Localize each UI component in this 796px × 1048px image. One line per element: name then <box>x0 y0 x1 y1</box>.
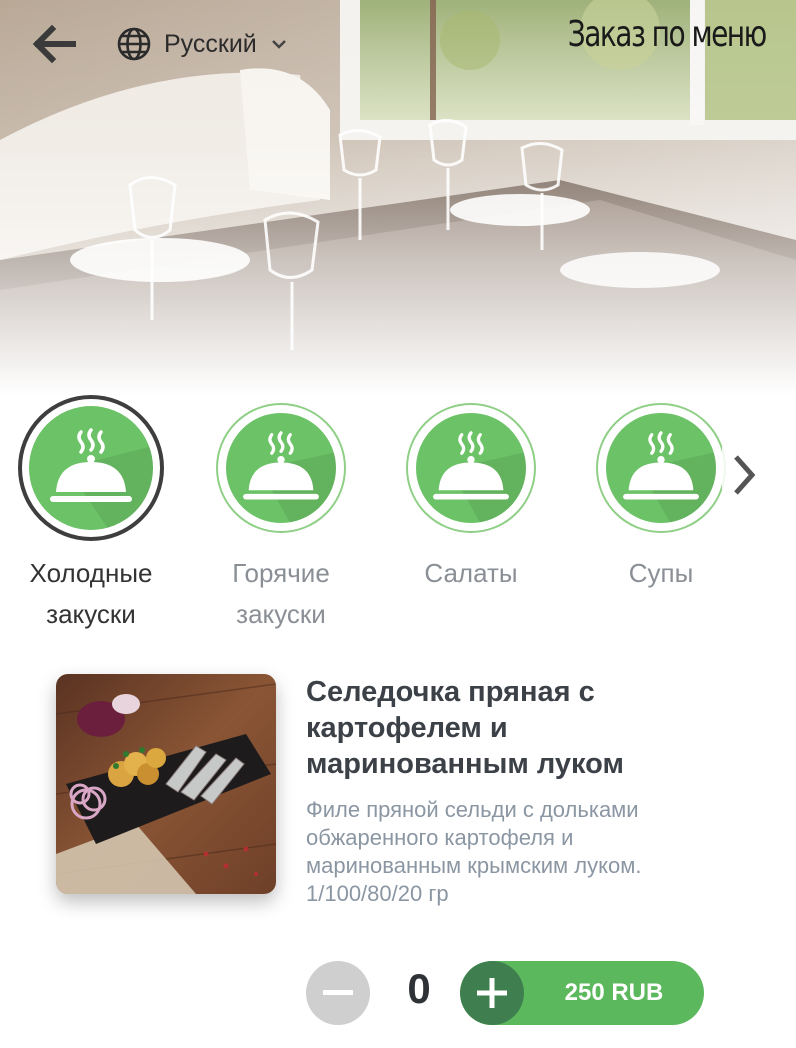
cloche-icon <box>623 431 699 500</box>
herring-dish-image <box>56 674 276 894</box>
category-ring <box>18 395 164 541</box>
dish-photo[interactable] <box>56 674 276 894</box>
category-carousel: Холодные закуски Горячие закуски Салаты … <box>0 395 796 635</box>
category-label: Холодные закуски <box>29 558 153 629</box>
order-controls: 0 250 RUB <box>306 961 756 1027</box>
plus-icon <box>477 978 507 1008</box>
category-label: Горячие закуски <box>232 558 330 629</box>
category-cold-appetizers[interactable]: Холодные закуски <box>0 395 186 635</box>
language-selector[interactable]: Русский <box>116 22 287 66</box>
category-ring <box>596 403 726 533</box>
cloche-icon <box>433 431 509 500</box>
globe-icon <box>117 27 151 61</box>
cloche-icon <box>50 428 132 502</box>
decrease-quantity-button[interactable] <box>306 961 370 1025</box>
cloche-icon <box>243 431 319 500</box>
category-label: Супы <box>628 558 694 588</box>
category-hot-appetizers[interactable]: Горячие закуски <box>186 395 376 635</box>
minus-icon <box>323 990 353 995</box>
back-button[interactable] <box>28 20 80 68</box>
plus-button[interactable] <box>460 961 524 1025</box>
category-label: Салаты <box>424 558 518 588</box>
dish-description: Филе пряной сельди с дольками обжаренног… <box>306 797 642 906</box>
category-ring <box>406 403 536 533</box>
arrow-left-icon <box>32 24 76 64</box>
chevron-down-icon <box>271 40 286 49</box>
price-label: 250 RUB <box>564 979 664 1006</box>
chevron-right-icon <box>734 455 756 495</box>
page-title: Заказ по меню <box>568 14 767 55</box>
quantity-value: 0 <box>407 965 431 1012</box>
hero-banner: Русский Заказ по меню <box>0 0 796 395</box>
add-to-order-button[interactable]: 250 RUB <box>460 961 704 1025</box>
dish-info: Селедочка пряная с картофелем и маринова… <box>306 674 726 908</box>
category-salads[interactable]: Салаты <box>376 395 566 594</box>
category-ring <box>216 403 346 533</box>
language-label: Русский <box>164 29 257 58</box>
dish-title: Селедочка пряная с картофелем и маринова… <box>306 676 624 780</box>
category-next-button[interactable] <box>722 447 766 503</box>
